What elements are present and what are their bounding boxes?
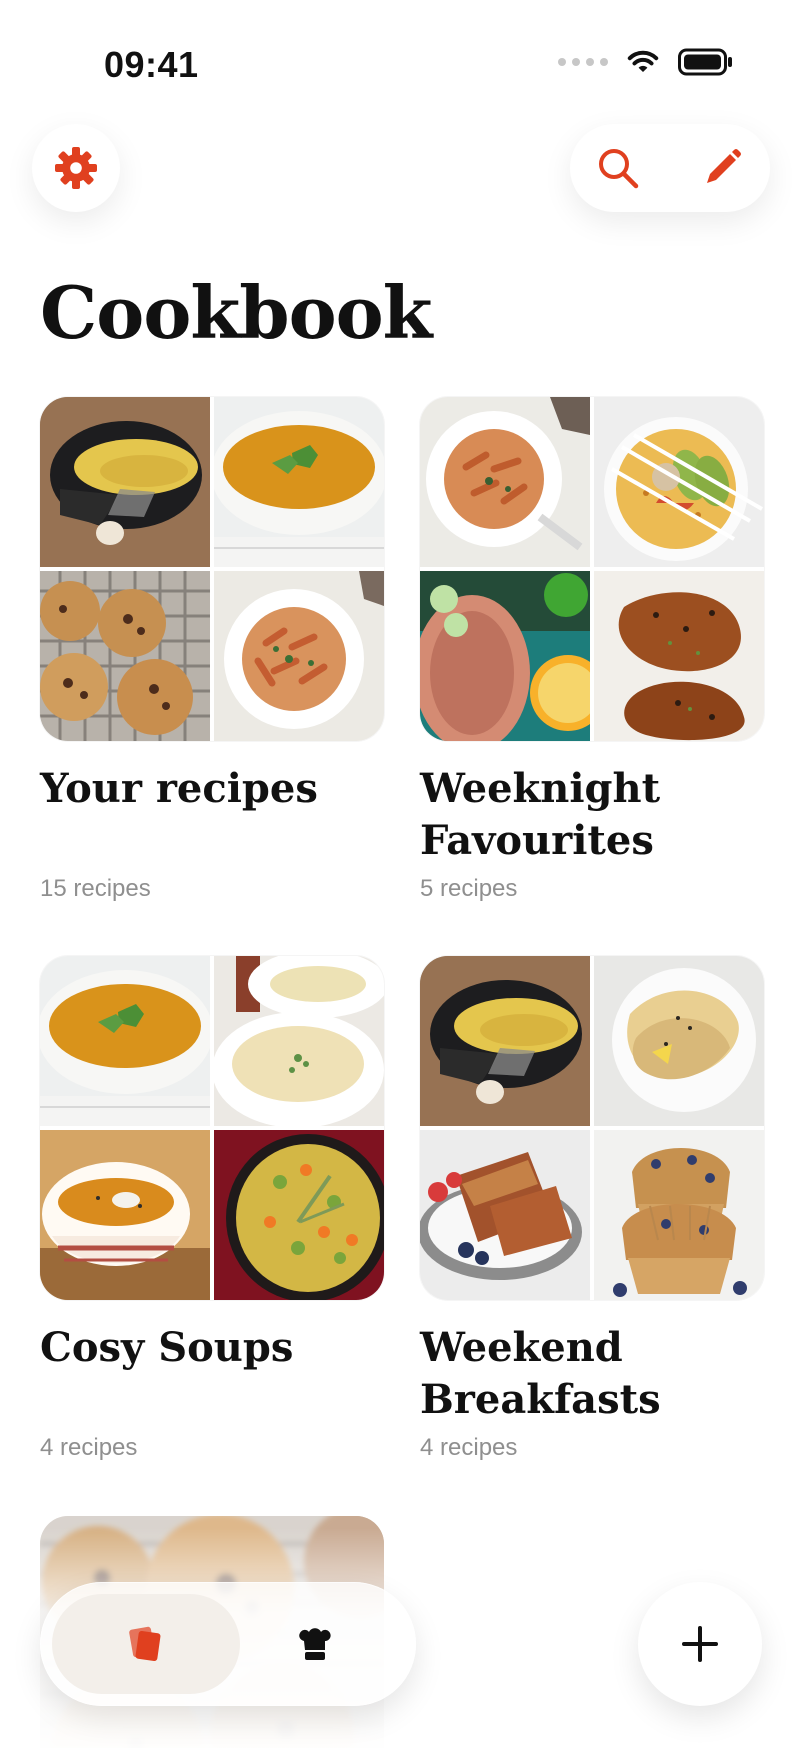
collection-count: 5 recipes xyxy=(420,875,518,902)
fish-with-lemon-image xyxy=(420,571,590,741)
pumpkin-soup-bowl-image xyxy=(40,1130,210,1300)
omelette-pan-image xyxy=(420,956,590,1126)
cream-soup-image xyxy=(214,956,384,1126)
search-icon xyxy=(599,149,639,189)
settings-button[interactable] xyxy=(32,124,120,212)
pencil-icon xyxy=(707,149,741,183)
avocado-tortilla-image xyxy=(594,397,764,567)
omelette-pan-image xyxy=(40,397,210,567)
tab-bar xyxy=(40,1582,416,1706)
collections-icon xyxy=(129,1626,161,1662)
add-recipe-button[interactable] xyxy=(638,1582,762,1706)
signal-dots-icon xyxy=(558,58,608,66)
search-button[interactable] xyxy=(594,144,642,192)
collection-title: Your recipes xyxy=(40,765,318,812)
collection-thumbnail-grid xyxy=(420,956,764,1300)
battery-icon xyxy=(678,48,734,76)
page-title: Cookbook xyxy=(40,270,433,355)
collection-thumbnail-grid xyxy=(40,397,384,741)
collection-title: Weeknight Favourites xyxy=(420,765,661,864)
pasta-bowl-image xyxy=(214,571,384,741)
tab-collections[interactable] xyxy=(52,1594,240,1694)
collection-thumbnail-grid xyxy=(40,956,384,1300)
crispy-chicken-image xyxy=(594,571,764,741)
collection-title: Cosy Soups xyxy=(40,1324,294,1371)
collection-card-weekend-breakfasts[interactable]: Weekend Breakfasts 4 recipes xyxy=(420,956,764,1462)
french-toast-image xyxy=(420,1130,590,1300)
status-time: 09:41 xyxy=(104,44,199,85)
chocolate-chip-cookies-image xyxy=(40,571,210,741)
carrot-soup-image xyxy=(214,397,384,567)
collection-title: Weekend Breakfasts xyxy=(420,1324,661,1423)
gear-icon xyxy=(55,147,97,189)
wifi-icon xyxy=(626,49,660,75)
cookbook-screen: 09:41 Cookbook Your recipes 15 recipes W… xyxy=(0,0,804,1748)
collection-card-weeknight-favourites[interactable]: Weeknight Favourites 5 recipes xyxy=(420,397,764,903)
carrot-soup-image xyxy=(40,956,210,1126)
collection-count: 4 recipes xyxy=(40,1434,138,1461)
vegetable-stew-pot-image xyxy=(214,1130,384,1300)
collection-count: 15 recipes xyxy=(40,875,151,902)
chef-hat-icon xyxy=(299,1628,331,1660)
collection-card-cosy-soups[interactable]: Cosy Soups 4 recipes xyxy=(40,956,384,1462)
status-icons xyxy=(558,48,734,76)
tab-recipes[interactable] xyxy=(240,1594,390,1694)
plus-icon xyxy=(682,1626,718,1662)
pasta-bowl-image xyxy=(420,397,590,567)
edit-button[interactable] xyxy=(698,144,746,192)
collection-card-your-recipes[interactable]: Your recipes 15 recipes xyxy=(40,397,384,903)
blueberry-muffins-image xyxy=(594,1130,764,1300)
status-bar: 09:41 xyxy=(0,0,804,130)
crepes-image xyxy=(594,956,764,1126)
collection-thumbnail-grid xyxy=(420,397,764,741)
header-actions xyxy=(570,124,770,212)
collection-count: 4 recipes xyxy=(420,1434,518,1461)
